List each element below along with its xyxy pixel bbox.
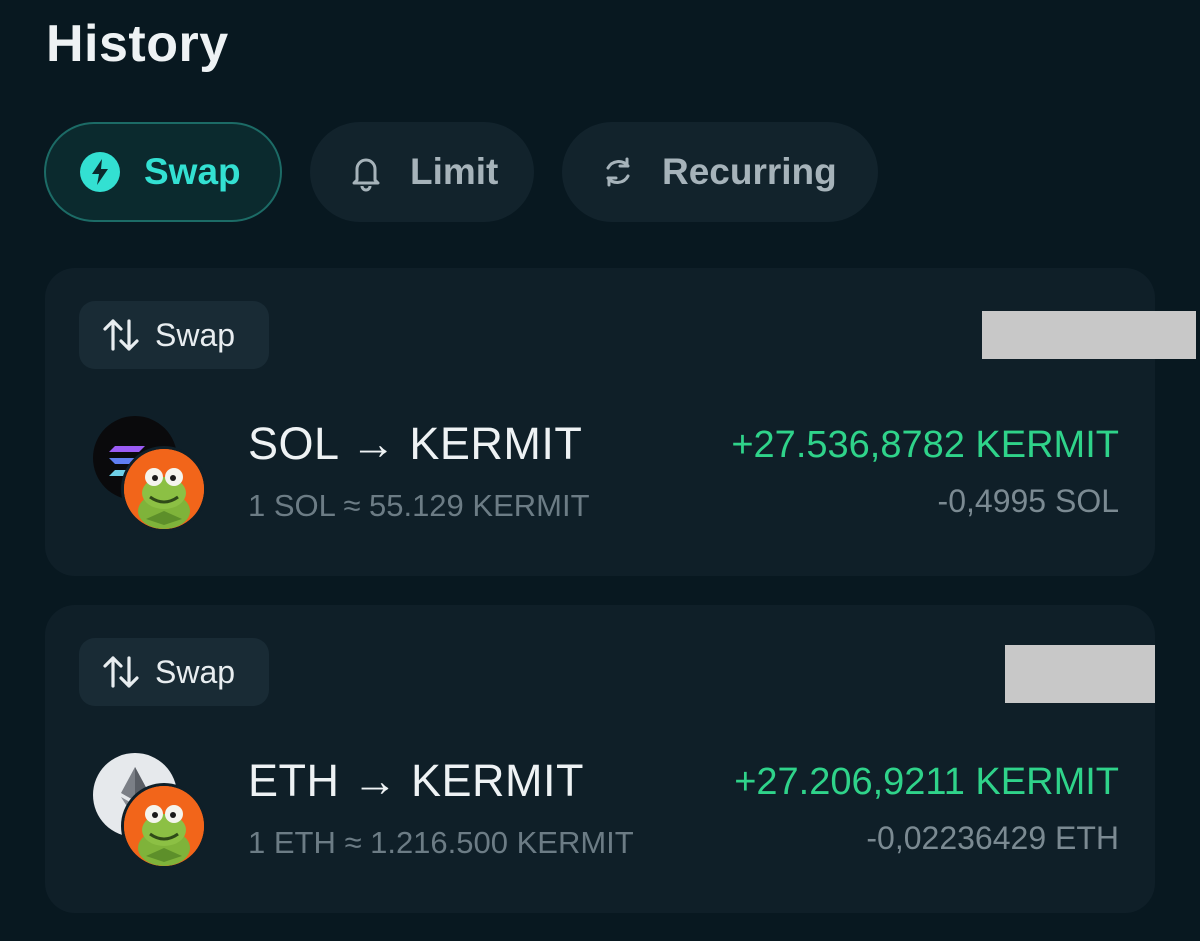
kermit-avatar-icon [121,446,207,532]
transaction-card[interactable]: Swap [45,605,1155,913]
tab-label: Limit [410,151,499,192]
tab-recurring[interactable]: Recurring [562,122,878,222]
swap-arrows-icon [101,651,143,693]
bell-icon [344,150,388,194]
amount-received: +27.206,9211 KERMIT [734,761,1119,803]
transaction-type-badge: Swap [79,638,269,706]
page-title: History [46,15,229,73]
lightning-icon [78,150,122,194]
swap-arrows-icon [101,314,143,356]
tab-label: Recurring [662,151,837,192]
exchange-rate: 1 ETH ≈ 1.216.500 KERMIT [248,825,634,860]
refresh-icon [596,150,640,194]
history-page: History Swap Limit Recurring Swap SOL → … [0,0,1200,941]
transaction-type-label: Swap [155,316,236,353]
amount-sent: -0,02236429 ETH [866,820,1119,856]
history-tabs: Swap Limit Recurring [44,122,878,222]
token-pair-icons [93,753,209,869]
kermit-avatar-icon [121,783,207,869]
token-pair-icons [93,416,209,532]
redacted-timestamp [1005,645,1155,703]
tab-swap[interactable]: Swap [44,122,282,222]
amount-sent: -0,4995 SOL [937,483,1119,519]
tab-limit[interactable]: Limit [310,122,534,222]
tab-label: Swap [144,151,241,192]
transaction-type-badge: Swap [79,301,269,369]
redacted-timestamp [982,311,1196,359]
transaction-type-label: Swap [155,653,236,690]
swap-pair: ETH → KERMIT [248,755,585,806]
exchange-rate: 1 SOL ≈ 55.129 KERMIT [248,488,590,523]
swap-pair: SOL → KERMIT [248,418,583,469]
amount-received: +27.536,8782 KERMIT [731,424,1119,466]
transaction-card[interactable]: Swap [45,268,1196,576]
